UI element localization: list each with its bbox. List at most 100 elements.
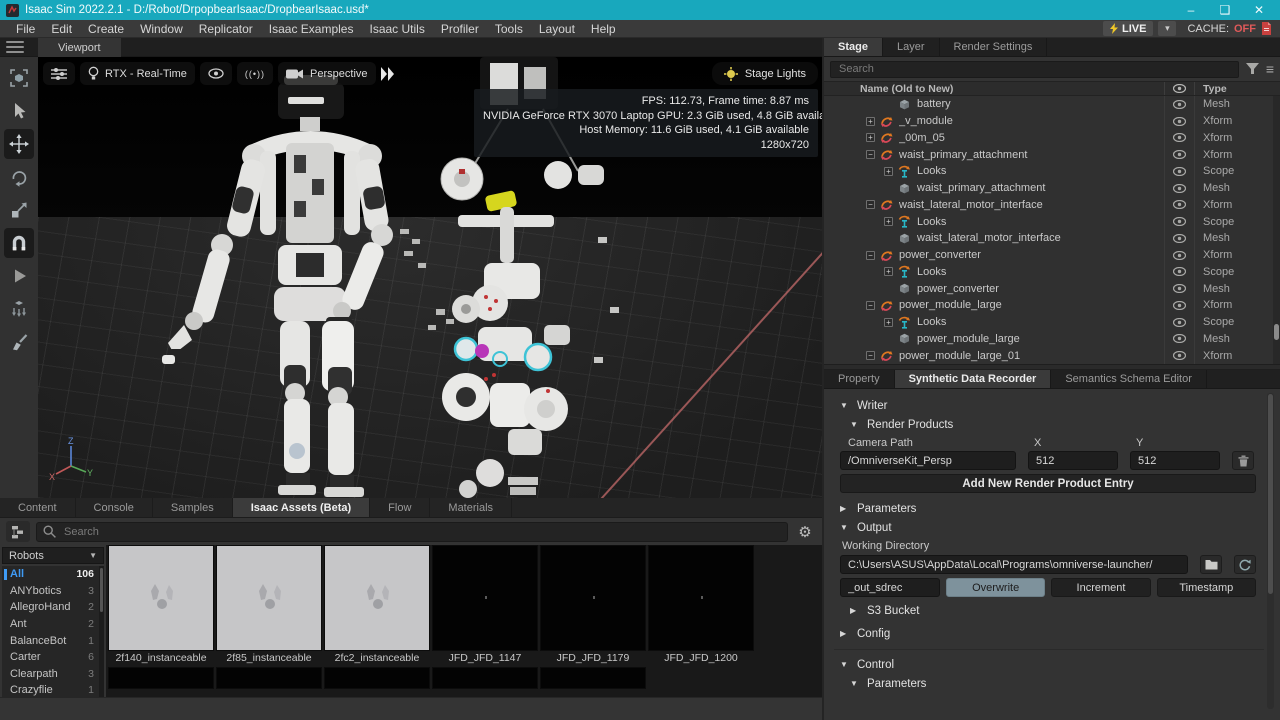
overwrite-button[interactable]: Overwrite (946, 578, 1045, 597)
asset-thumbnail[interactable]: 2f85_instanceable (216, 545, 322, 665)
increment-button[interactable]: Increment (1051, 578, 1150, 597)
asset-category-item[interactable]: AllegroHand 2 (2, 599, 98, 616)
asset-thumbnail[interactable]: JFD_JFD_1147 (432, 545, 538, 665)
column-type[interactable]: Type (1194, 82, 1280, 95)
stage-tree-header[interactable]: Name (Old to New) Type (824, 81, 1280, 96)
visibility-eye-icon[interactable] (1164, 247, 1194, 264)
expand-toggle-icon[interactable] (866, 200, 875, 209)
asset-thumbnail-partial[interactable] (432, 667, 538, 689)
property-tab[interactable]: Synthetic Data Recorder (895, 370, 1052, 388)
stage-tree-row[interactable]: power_converter Mesh (824, 280, 1280, 297)
menu-item[interactable]: Layout (531, 20, 583, 38)
asset-thumbnail-partial[interactable] (324, 667, 430, 689)
timestamp-button[interactable]: Timestamp (1157, 578, 1256, 597)
play-button[interactable] (4, 261, 34, 291)
output-prefix-input[interactable] (840, 578, 940, 597)
collapse-triangle-icon[interactable]: ▶ (840, 504, 850, 513)
stage-tree-row[interactable]: waist_lateral_motor_interface Mesh (824, 230, 1280, 247)
visibility-eye-icon[interactable] (1164, 146, 1194, 163)
filter-funnel-icon[interactable] (1246, 63, 1259, 75)
renderer-selector-button[interactable]: RTX - Real-Time (80, 62, 195, 85)
visibility-eye-icon[interactable] (1164, 230, 1194, 247)
section-s3-bucket[interactable]: ▶S3 Bucket (840, 601, 1256, 620)
menu-item[interactable]: File (8, 20, 43, 38)
asset-category-item[interactable]: Clearpath 3 (2, 666, 98, 683)
delete-render-product-button[interactable] (1232, 451, 1254, 470)
refresh-button[interactable] (1234, 555, 1256, 574)
stage-tree-row[interactable]: waist_primary_attachment Mesh (824, 180, 1280, 197)
asset-category-item[interactable]: ANYbotics 3 (2, 583, 98, 600)
assets-tab[interactable]: Content (0, 498, 76, 517)
stage-tree-row[interactable]: waist_lateral_motor_interface Xform (824, 197, 1280, 214)
collapse-triangle-icon[interactable]: ▼ (850, 420, 860, 429)
asset-thumbnail-image[interactable] (432, 545, 538, 651)
snap-tool-button[interactable] (4, 228, 34, 258)
visibility-eye-icon[interactable] (1164, 314, 1194, 331)
menu-item[interactable]: Edit (43, 20, 80, 38)
tab-viewport[interactable]: Viewport (38, 38, 121, 57)
stage-search-box[interactable] (830, 61, 1239, 78)
rotate-tool-button[interactable] (4, 162, 34, 192)
asset-thumbnail-partial[interactable] (540, 667, 646, 689)
physics-drop-button[interactable] (4, 294, 34, 324)
stage-tree-row[interactable]: power_converter Xform (824, 247, 1280, 264)
expand-toggle-icon[interactable] (866, 117, 875, 126)
maximize-button[interactable]: ❑ (1210, 1, 1240, 19)
menu-item[interactable]: Replicator (191, 20, 261, 38)
menu-item[interactable]: Profiler (433, 20, 487, 38)
asset-thumbnail-image[interactable] (324, 545, 430, 651)
visibility-eye-icon[interactable] (1164, 113, 1194, 130)
close-button[interactable]: ✕ (1244, 1, 1274, 19)
section-control[interactable]: ▼Control (840, 655, 1256, 674)
stage-tab[interactable]: Layer (883, 38, 940, 56)
menu-item[interactable]: Tools (487, 20, 531, 38)
add-render-product-button[interactable]: Add New Render Product Entry (840, 474, 1256, 493)
live-sync-button[interactable]: LIVE (1103, 21, 1153, 36)
expand-toggle-icon[interactable] (884, 318, 893, 327)
capture-button[interactable]: ((•)) (237, 62, 273, 85)
visibility-eye-icon[interactable] (1164, 347, 1194, 364)
visibility-eye-icon[interactable] (1164, 163, 1194, 180)
expand-toolbar-chevrons-icon[interactable] (381, 66, 395, 82)
expand-toggle-icon[interactable] (884, 167, 893, 176)
stage-tree-row[interactable]: battery Mesh (824, 96, 1280, 113)
stage-lights-button[interactable]: Stage Lights (712, 62, 818, 85)
select-mode-button[interactable] (4, 63, 34, 93)
assets-tab[interactable]: Console (76, 498, 153, 517)
stage-tree-row[interactable]: power_module_large Mesh (824, 331, 1280, 348)
assets-tab[interactable]: Materials (430, 498, 512, 517)
expand-toggle-icon[interactable] (866, 251, 875, 260)
menu-item[interactable]: Window (132, 20, 191, 38)
x-input[interactable] (1028, 451, 1118, 470)
assets-tab[interactable]: Flow (370, 498, 430, 517)
assets-settings-gear-icon[interactable]: ⚙ (794, 523, 816, 541)
expand-toggle-icon[interactable] (866, 150, 875, 159)
stage-search-input[interactable] (837, 62, 1232, 76)
visibility-eye-icon[interactable] (1164, 96, 1194, 113)
asset-thumbnail-image[interactable] (648, 545, 754, 651)
minimize-button[interactable]: – (1176, 1, 1206, 19)
asset-category-item[interactable]: All 106 (2, 566, 98, 583)
visibility-eye-icon[interactable] (1164, 264, 1194, 281)
asset-category-item[interactable]: BalanceBot 1 (2, 632, 98, 649)
tree-view-toggle-button[interactable] (6, 521, 30, 542)
stage-options-icon[interactable]: ≡ (1266, 62, 1274, 76)
stage-tree-row[interactable]: power_module_large_01 Xform (824, 347, 1280, 364)
dock-menu-icon[interactable] (6, 41, 28, 54)
asset-thumbnail[interactable]: JFD_JFD_1179 (540, 545, 646, 665)
property-tab[interactable]: Property (824, 370, 895, 388)
camera-path-input[interactable] (840, 451, 1016, 470)
collapse-triangle-icon[interactable]: ▼ (840, 660, 850, 669)
menu-item[interactable]: Help (583, 20, 624, 38)
expand-toggle-icon[interactable] (884, 267, 893, 276)
section-control-parameters[interactable]: ▼Parameters (840, 674, 1256, 693)
stage-tree-row[interactable]: _v_module Xform (824, 113, 1280, 130)
expand-toggle-icon[interactable] (884, 217, 893, 226)
move-tool-button[interactable] (4, 129, 34, 159)
visibility-eye-icon[interactable] (1164, 331, 1194, 348)
asset-thumbnail[interactable]: JFD_JFD_1200 (648, 545, 754, 665)
collapse-triangle-icon[interactable]: ▶ (850, 606, 860, 615)
asset-thumbnail[interactable]: 2f140_instanceable (108, 545, 214, 665)
section-writer[interactable]: ▼Writer (840, 396, 1256, 415)
asset-thumbnail-partial[interactable] (108, 667, 214, 689)
